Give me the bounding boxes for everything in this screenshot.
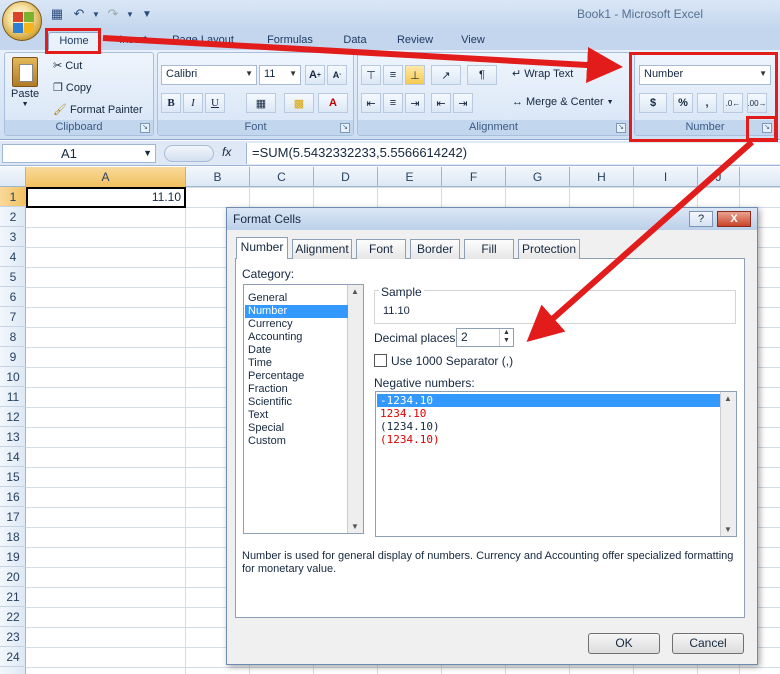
tab-number[interactable]: Number bbox=[236, 237, 288, 259]
office-button[interactable] bbox=[2, 1, 42, 41]
office-logo-green bbox=[24, 12, 34, 22]
office-logo-yellow bbox=[24, 23, 34, 33]
office-logo-blue bbox=[13, 23, 23, 33]
annotation-arrows bbox=[102, 35, 754, 342]
arrow-to-decimal-places bbox=[526, 139, 754, 342]
office-logo-icon bbox=[13, 12, 23, 22]
arrow-to-number-group bbox=[102, 35, 623, 83]
